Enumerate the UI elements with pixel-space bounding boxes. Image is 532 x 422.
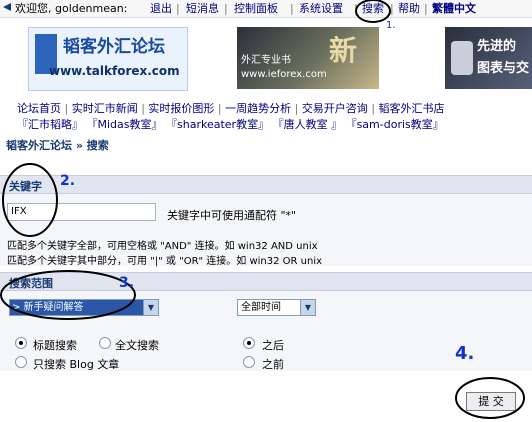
circle-search <box>355 0 391 23</box>
annotation-3: 3. <box>119 275 135 291</box>
annotation-1: 1. <box>386 20 396 31</box>
circle-range <box>0 270 136 320</box>
circle-keyword <box>2 163 58 237</box>
handwritten-annotations <box>0 0 525 419</box>
annotation-4: 4. <box>455 343 475 364</box>
circle-submit <box>455 377 525 419</box>
annotation-2: 2. <box>60 173 76 189</box>
